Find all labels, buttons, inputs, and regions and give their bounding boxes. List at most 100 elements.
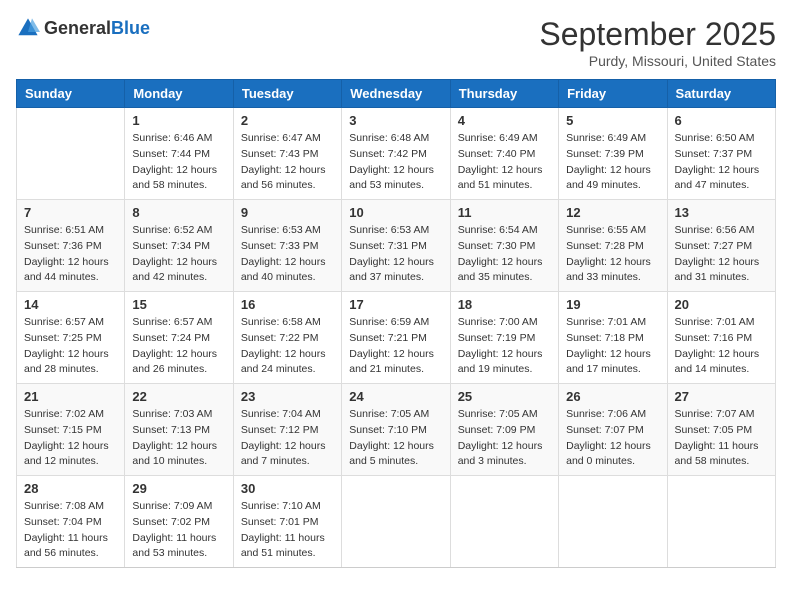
calendar-cell: 12 Sunrise: 6:55 AMSunset: 7:28 PMDayligh… bbox=[559, 200, 667, 292]
day-info: Sunrise: 7:01 AMSunset: 7:18 PMDaylight:… bbox=[566, 315, 659, 378]
day-info: Sunrise: 6:46 AMSunset: 7:44 PMDaylight:… bbox=[132, 131, 225, 194]
day-info: Sunrise: 7:03 AMSunset: 7:13 PMDaylight:… bbox=[132, 407, 225, 470]
calendar-cell: 18Sunrise: 7:00 AMSunset: 7:19 PMDayligh… bbox=[450, 292, 558, 384]
day-number: 20 bbox=[675, 297, 768, 312]
day-number: 6 bbox=[675, 113, 768, 128]
page-header: GeneralBlue September 2025 Purdy, Missou… bbox=[16, 16, 776, 69]
day-info: Sunrise: 6:53 AMSunset: 7:33 PMDaylight:… bbox=[241, 223, 334, 286]
logo-blue: Blue bbox=[111, 18, 150, 38]
day-number: 16 bbox=[241, 297, 334, 312]
calendar-cell: 28 Sunrise: 7:08 AMSunset: 7:04 PMDayligh… bbox=[17, 476, 125, 568]
day-number: 27 bbox=[675, 389, 768, 404]
day-number: 30 bbox=[241, 481, 334, 496]
calendar-table: SundayMondayTuesdayWednesdayThursdayFrid… bbox=[16, 79, 776, 568]
day-number: 10 bbox=[349, 205, 442, 220]
day-number: 1 bbox=[132, 113, 225, 128]
day-number: 26 bbox=[566, 389, 659, 404]
day-info: Sunrise: 6:47 AMSunset: 7:43 PMDaylight:… bbox=[241, 131, 334, 194]
calendar-week-1: 1 Sunrise: 6:46 AMSunset: 7:44 PMDaylight… bbox=[17, 108, 776, 200]
day-number: 9 bbox=[241, 205, 334, 220]
day-info: Sunrise: 6:56 AMSunset: 7:27 PMDaylight:… bbox=[675, 223, 768, 286]
day-info: Sunrise: 6:58 AMSunset: 7:22 PMDaylight:… bbox=[241, 315, 334, 378]
calendar-week-2: 7 Sunrise: 6:51 AMSunset: 7:36 PMDaylight… bbox=[17, 200, 776, 292]
calendar-week-4: 21Sunrise: 7:02 AMSunset: 7:15 PMDayligh… bbox=[17, 384, 776, 476]
day-info: Sunrise: 6:59 AMSunset: 7:21 PMDaylight:… bbox=[349, 315, 442, 378]
day-info: Sunrise: 6:49 AMSunset: 7:39 PMDaylight:… bbox=[566, 131, 659, 194]
calendar-cell: 16 Sunrise: 6:58 AMSunset: 7:22 PMDayligh… bbox=[233, 292, 341, 384]
calendar-cell: 24 Sunrise: 7:05 AMSunset: 7:10 PMDayligh… bbox=[342, 384, 450, 476]
weekday-saturday: Saturday bbox=[667, 80, 775, 108]
calendar-cell: 1 Sunrise: 6:46 AMSunset: 7:44 PMDaylight… bbox=[125, 108, 233, 200]
weekday-header-row: SundayMondayTuesdayWednesdayThursdayFrid… bbox=[17, 80, 776, 108]
day-number: 24 bbox=[349, 389, 442, 404]
location: Purdy, Missouri, United States bbox=[539, 53, 776, 69]
weekday-friday: Friday bbox=[559, 80, 667, 108]
day-number: 12 bbox=[566, 205, 659, 220]
calendar-cell: 27 Sunrise: 7:07 AMSunset: 7:05 PMDayligh… bbox=[667, 384, 775, 476]
calendar-cell: 8Sunrise: 6:52 AMSunset: 7:34 PMDaylight… bbox=[125, 200, 233, 292]
day-info: Sunrise: 6:50 AMSunset: 7:37 PMDaylight:… bbox=[675, 131, 768, 194]
day-info: Sunrise: 6:57 AMSunset: 7:24 PMDaylight:… bbox=[132, 315, 225, 378]
logo-general: General bbox=[44, 18, 111, 38]
logo-icon bbox=[16, 16, 40, 40]
day-info: Sunrise: 7:04 AMSunset: 7:12 PMDaylight:… bbox=[241, 407, 334, 470]
calendar-body: 1 Sunrise: 6:46 AMSunset: 7:44 PMDaylight… bbox=[17, 108, 776, 568]
weekday-wednesday: Wednesday bbox=[342, 80, 450, 108]
calendar-cell: 9 Sunrise: 6:53 AMSunset: 7:33 PMDaylight… bbox=[233, 200, 341, 292]
calendar-cell: 22 Sunrise: 7:03 AMSunset: 7:13 PMDayligh… bbox=[125, 384, 233, 476]
calendar-cell: 10 Sunrise: 6:53 AMSunset: 7:31 PMDayligh… bbox=[342, 200, 450, 292]
day-number: 14 bbox=[24, 297, 117, 312]
calendar-cell bbox=[667, 476, 775, 568]
day-info: Sunrise: 6:57 AMSunset: 7:25 PMDaylight:… bbox=[24, 315, 117, 378]
calendar-cell bbox=[17, 108, 125, 200]
calendar-cell: 11 Sunrise: 6:54 AMSunset: 7:30 PMDayligh… bbox=[450, 200, 558, 292]
day-number: 22 bbox=[132, 389, 225, 404]
weekday-sunday: Sunday bbox=[17, 80, 125, 108]
calendar-cell: 4 Sunrise: 6:49 AMSunset: 7:40 PMDaylight… bbox=[450, 108, 558, 200]
day-info: Sunrise: 7:08 AMSunset: 7:04 PMDaylight:… bbox=[24, 499, 117, 562]
day-info: Sunrise: 7:05 AMSunset: 7:10 PMDaylight:… bbox=[349, 407, 442, 470]
day-info: Sunrise: 7:00 AMSunset: 7:19 PMDaylight:… bbox=[458, 315, 551, 378]
calendar-cell: 14 Sunrise: 6:57 AMSunset: 7:25 PMDayligh… bbox=[17, 292, 125, 384]
day-number: 29 bbox=[132, 481, 225, 496]
day-number: 25 bbox=[458, 389, 551, 404]
day-info: Sunrise: 6:53 AMSunset: 7:31 PMDaylight:… bbox=[349, 223, 442, 286]
calendar-cell: 3 Sunrise: 6:48 AMSunset: 7:42 PMDaylight… bbox=[342, 108, 450, 200]
day-number: 3 bbox=[349, 113, 442, 128]
calendar-cell: 23 Sunrise: 7:04 AMSunset: 7:12 PMDayligh… bbox=[233, 384, 341, 476]
day-info: Sunrise: 6:55 AMSunset: 7:28 PMDaylight:… bbox=[566, 223, 659, 286]
day-number: 7 bbox=[24, 205, 117, 220]
day-number: 23 bbox=[241, 389, 334, 404]
day-info: Sunrise: 6:51 AMSunset: 7:36 PMDaylight:… bbox=[24, 223, 117, 286]
day-number: 5 bbox=[566, 113, 659, 128]
day-number: 11 bbox=[458, 205, 551, 220]
day-number: 15 bbox=[132, 297, 225, 312]
day-number: 28 bbox=[24, 481, 117, 496]
weekday-monday: Monday bbox=[125, 80, 233, 108]
calendar-cell: 20 Sunrise: 7:01 AMSunset: 7:16 PMDayligh… bbox=[667, 292, 775, 384]
day-number: 13 bbox=[675, 205, 768, 220]
calendar-week-5: 28 Sunrise: 7:08 AMSunset: 7:04 PMDayligh… bbox=[17, 476, 776, 568]
title-block: September 2025 Purdy, Missouri, United S… bbox=[539, 16, 776, 69]
day-info: Sunrise: 7:10 AMSunset: 7:01 PMDaylight:… bbox=[241, 499, 334, 562]
day-info: Sunrise: 7:02 AMSunset: 7:15 PMDaylight:… bbox=[24, 407, 117, 470]
day-info: Sunrise: 7:07 AMSunset: 7:05 PMDaylight:… bbox=[675, 407, 768, 470]
day-info: Sunrise: 6:49 AMSunset: 7:40 PMDaylight:… bbox=[458, 131, 551, 194]
calendar-cell: 7 Sunrise: 6:51 AMSunset: 7:36 PMDaylight… bbox=[17, 200, 125, 292]
calendar-cell: 13 Sunrise: 6:56 AMSunset: 7:27 PMDayligh… bbox=[667, 200, 775, 292]
day-number: 2 bbox=[241, 113, 334, 128]
calendar-cell: 29Sunrise: 7:09 AMSunset: 7:02 PMDayligh… bbox=[125, 476, 233, 568]
day-info: Sunrise: 6:54 AMSunset: 7:30 PMDaylight:… bbox=[458, 223, 551, 286]
day-number: 4 bbox=[458, 113, 551, 128]
day-number: 8 bbox=[132, 205, 225, 220]
calendar-cell: 15 Sunrise: 6:57 AMSunset: 7:24 PMDayligh… bbox=[125, 292, 233, 384]
day-info: Sunrise: 6:48 AMSunset: 7:42 PMDaylight:… bbox=[349, 131, 442, 194]
weekday-thursday: Thursday bbox=[450, 80, 558, 108]
calendar-cell bbox=[450, 476, 558, 568]
calendar-cell: 21Sunrise: 7:02 AMSunset: 7:15 PMDayligh… bbox=[17, 384, 125, 476]
month-title: September 2025 bbox=[539, 16, 776, 53]
day-info: Sunrise: 7:01 AMSunset: 7:16 PMDaylight:… bbox=[675, 315, 768, 378]
calendar-cell bbox=[559, 476, 667, 568]
calendar-cell: 30 Sunrise: 7:10 AMSunset: 7:01 PMDayligh… bbox=[233, 476, 341, 568]
calendar-cell: 2 Sunrise: 6:47 AMSunset: 7:43 PMDaylight… bbox=[233, 108, 341, 200]
